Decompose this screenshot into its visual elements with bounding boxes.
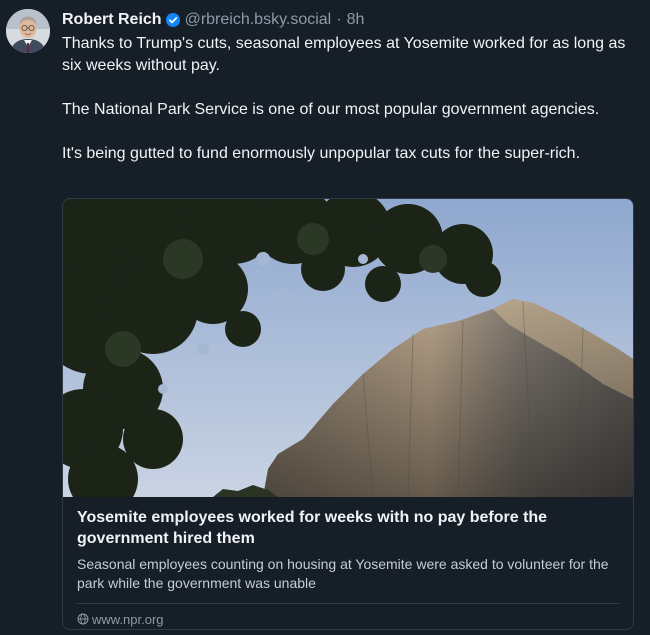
separator-dot: · — [336, 11, 342, 28]
post-content: Robert Reich @rbreich.bsky.social · 8h T… — [62, 9, 637, 630]
link-card-description: Seasonal employees counting on housing a… — [77, 556, 609, 591]
link-card[interactable]: Yosemite employees worked for weeks with… — [62, 198, 634, 630]
avatar-image — [6, 9, 50, 53]
post-header: Robert Reich @rbreich.bsky.social · 8h — [62, 9, 637, 31]
link-card-title[interactable]: Yosemite employees worked for weeks with… — [77, 507, 619, 549]
link-card-image — [63, 199, 633, 497]
post[interactable]: Robert Reich @rbreich.bsky.social · 8h T… — [0, 0, 650, 635]
author-avatar[interactable] — [6, 9, 50, 53]
link-card-domain-row: www.npr.org — [77, 604, 619, 629]
author-handle[interactable]: @rbreich.bsky.social — [185, 11, 332, 29]
post-timestamp[interactable]: 8h — [347, 11, 365, 29]
post-paragraph: It's being gutted to fund enormously unp… — [62, 145, 581, 162]
post-text: Thanks to Trump's cuts, seasonal employe… — [62, 33, 637, 165]
author-name[interactable]: Robert Reich — [62, 11, 162, 29]
verified-check-icon[interactable] — [165, 13, 180, 27]
post-paragraph: Thanks to Trump's cuts, seasonal employe… — [62, 35, 626, 74]
post-paragraph: The National Park Service is one of our … — [62, 101, 600, 118]
globe-icon — [77, 613, 89, 625]
link-card-body: Yosemite employees worked for weeks with… — [63, 497, 633, 629]
link-card-domain: www.npr.org — [92, 611, 164, 627]
